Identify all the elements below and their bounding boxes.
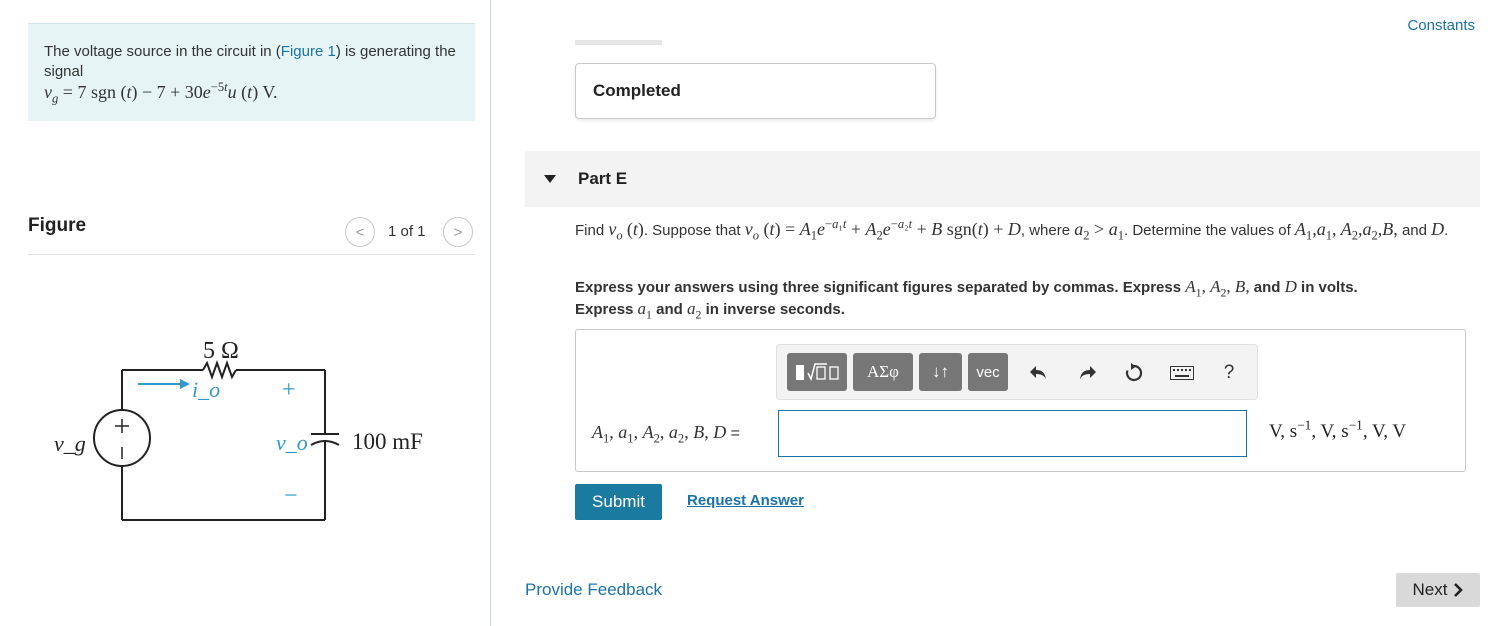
question-text: Find vo (t). Suppose that vo (t) = A1e−a… bbox=[575, 217, 1449, 243]
greek-symbols-button[interactable]: ΑΣφ bbox=[853, 353, 913, 391]
previous-part-status[interactable]: Completed bbox=[575, 63, 936, 119]
chevron-right-icon[interactable]: > bbox=[443, 217, 473, 247]
request-answer-link[interactable]: Request Answer bbox=[687, 492, 804, 509]
problem-pane: The voltage source in the circuit in (Fi… bbox=[0, 0, 491, 626]
submit-button[interactable]: Submit bbox=[575, 484, 662, 520]
current-label: i_o bbox=[192, 377, 220, 402]
chevron-left-icon[interactable]: < bbox=[345, 217, 375, 247]
figure-link[interactable]: Figure 1 bbox=[281, 43, 336, 60]
source-voltage-label: v_g bbox=[54, 431, 86, 456]
caret-down-icon[interactable] bbox=[544, 175, 556, 183]
figure-pager: 1 of 1 bbox=[388, 223, 426, 240]
signal-equation: vg = 7 sgn (t) − 7 + 30e−5tu (t) V. bbox=[44, 80, 278, 106]
part-title: Part E bbox=[578, 169, 628, 188]
answer-input[interactable] bbox=[778, 410, 1247, 457]
minus-sign: − bbox=[284, 483, 298, 509]
templates-icon[interactable] bbox=[787, 353, 847, 391]
redo-icon[interactable] bbox=[1073, 360, 1101, 386]
capacitor-label: 100 mF bbox=[352, 429, 423, 454]
part-header[interactable]: Part E bbox=[525, 151, 1480, 207]
current-arrow bbox=[138, 379, 190, 389]
plus-sign: + bbox=[282, 377, 296, 403]
help-button[interactable]: ? bbox=[1215, 360, 1243, 386]
answer-label: A1, a1, A2, a2, B, D = bbox=[592, 422, 740, 446]
answer-instructions: Express your answers using three signifi… bbox=[575, 277, 1358, 322]
answer-panel: ΑΣφ ↓↑ vec ? A1, a1, A2, a2, B, D = V, s… bbox=[575, 329, 1466, 472]
answer-units: V, s−1, V, s−1, V, V bbox=[1269, 417, 1407, 442]
resistor-label: 5 Ω bbox=[203, 338, 239, 364]
subscript-superscript-button[interactable]: ↓↑ bbox=[919, 353, 962, 391]
output-voltage-label: v_o bbox=[276, 430, 308, 455]
problem-statement: The voltage source in the circuit in (Fi… bbox=[28, 23, 475, 121]
divider bbox=[575, 40, 662, 45]
next-label: Next bbox=[1412, 580, 1448, 599]
math-toolbar: ΑΣφ ↓↑ vec ? bbox=[776, 344, 1258, 400]
provide-feedback-link[interactable]: Provide Feedback bbox=[525, 580, 662, 600]
reset-icon[interactable] bbox=[1120, 360, 1148, 386]
circuit-diagram: 5 Ω i_o + v_o − 100 mF v_g bbox=[54, 338, 423, 521]
next-button[interactable]: Next bbox=[1396, 573, 1480, 607]
chevron-right-icon bbox=[1454, 583, 1464, 597]
keyboard-icon[interactable] bbox=[1168, 360, 1196, 386]
undo-icon[interactable] bbox=[1025, 360, 1053, 386]
constants-link[interactable]: Constants bbox=[1407, 17, 1475, 34]
vector-button[interactable]: vec bbox=[968, 353, 1008, 391]
figure-title: Figure bbox=[28, 215, 87, 236]
intro-text-before: The voltage source in the circuit in ( bbox=[44, 43, 281, 60]
figure-header: Figure < 1 of 1 > bbox=[28, 210, 475, 255]
